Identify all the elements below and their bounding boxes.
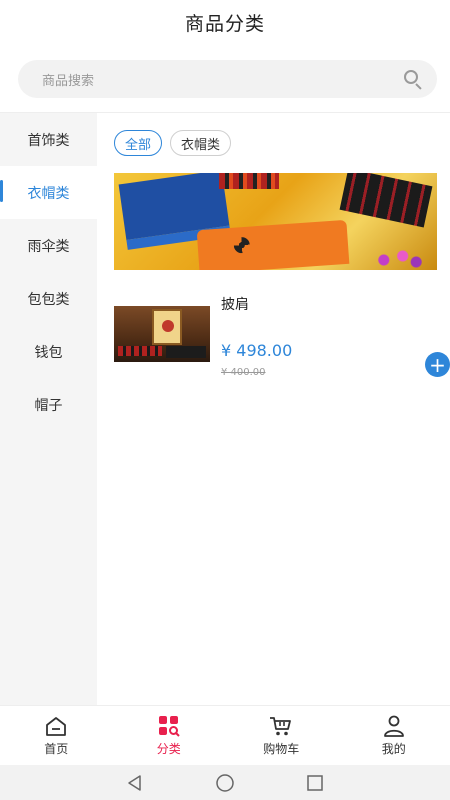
tab-label: 我的 (381, 741, 406, 756)
sidebar-item-wallets[interactable]: 钱包 (0, 325, 97, 378)
sidebar-item-label: 钱包 (34, 344, 63, 361)
back-icon[interactable] (124, 772, 146, 794)
page-title: 商品分类 (184, 12, 265, 35)
product-price: ¥ 498.00 (221, 341, 293, 360)
plus-icon: + (429, 352, 446, 377)
product-original-price: ¥ 400.00 (221, 367, 266, 378)
sidebar-item-label: 衣帽类 (27, 185, 70, 202)
category-sidebar: 首饰类 衣帽类 雨伞类 包包类 钱包 帽子 (0, 113, 97, 705)
category-banner-image[interactable] (114, 173, 437, 270)
home-circle-icon[interactable] (214, 772, 236, 794)
search-bar[interactable]: 商品搜索 (18, 60, 437, 98)
add-to-cart-button[interactable]: + (425, 352, 450, 377)
recents-icon[interactable] (304, 772, 326, 794)
tab-home[interactable]: 首页 (0, 706, 113, 765)
sidebar-item-bags[interactable]: 包包类 (0, 272, 97, 325)
tab-cart[interactable]: 购物车 (225, 706, 338, 765)
system-navigation-bar (0, 765, 450, 800)
bottom-tab-bar: 首页 分类 购物车 我的 (0, 705, 450, 765)
product-name: 披肩 (221, 297, 249, 313)
sidebar-item-jewelry[interactable]: 首饰类 (0, 113, 97, 166)
chip-clothing-hats[interactable]: 衣帽类 (170, 130, 232, 156)
sidebar-item-label: 雨伞类 (27, 238, 70, 255)
search-icon[interactable] (403, 69, 423, 90)
tab-label: 购物车 (263, 741, 300, 756)
chip-all[interactable]: 全部 (114, 130, 163, 156)
tab-label: 分类 (156, 741, 181, 756)
sidebar-item-clothing-hats[interactable]: 衣帽类 (0, 166, 97, 219)
sidebar-item-umbrellas[interactable]: 雨伞类 (0, 219, 97, 272)
cart-icon (270, 716, 292, 735)
home-icon (46, 716, 67, 736)
sidebar-item-label: 包包类 (27, 291, 70, 308)
tab-profile[interactable]: 我的 (338, 706, 450, 765)
product-card[interactable]: 披肩 ¥ 498.00 ¥ 400.00 + (114, 288, 450, 384)
tab-label: 首页 (44, 741, 69, 756)
sidebar-item-hats[interactable]: 帽子 (0, 378, 97, 431)
category-icon (158, 715, 180, 737)
search-input[interactable]: 商品搜索 (42, 70, 403, 89)
sidebar-item-label: 首饰类 (27, 132, 70, 149)
tab-category[interactable]: 分类 (113, 706, 226, 765)
user-icon (383, 715, 404, 737)
filter-chips: 全部 衣帽类 (114, 130, 232, 156)
product-image[interactable] (114, 306, 210, 362)
header: 商品分类 (0, 0, 450, 44)
sidebar-item-label: 帽子 (34, 397, 63, 414)
category-content: 全部 衣帽类 披肩 ¥ 498.00 ¥ 400.00 + (97, 113, 450, 705)
